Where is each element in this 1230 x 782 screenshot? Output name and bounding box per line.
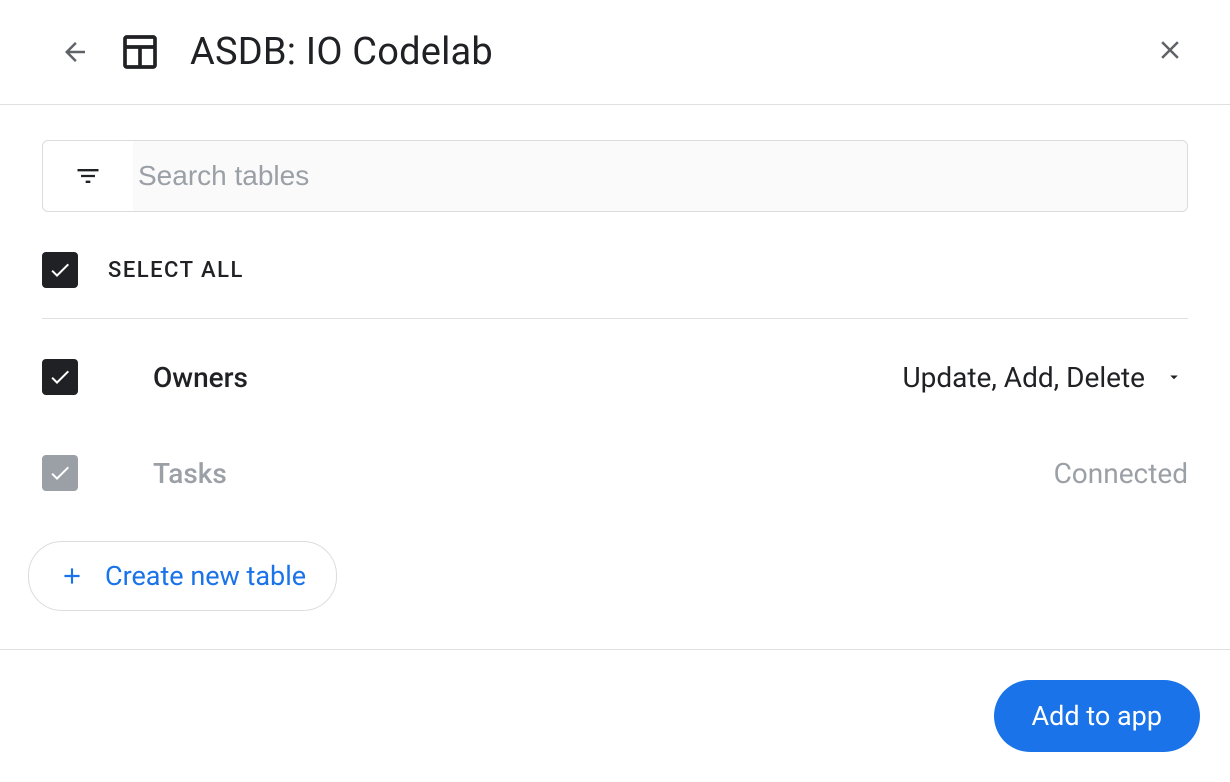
create-table-button[interactable]: Create new table bbox=[28, 541, 337, 611]
table-status-owners[interactable]: Update, Add, Delete bbox=[902, 361, 1188, 394]
select-all-row: SELECT ALL bbox=[42, 252, 1188, 319]
add-to-app-button[interactable]: Add to app bbox=[994, 680, 1200, 752]
select-all-checkbox[interactable] bbox=[42, 252, 78, 288]
table-status-tasks: Connected bbox=[1054, 457, 1188, 490]
table-row-tasks: Tasks Connected bbox=[42, 425, 1188, 521]
table-status-label: Update, Add, Delete bbox=[902, 361, 1145, 394]
table-name-tasks: Tasks bbox=[153, 457, 1054, 490]
plus-icon bbox=[59, 563, 85, 589]
close-icon[interactable] bbox=[1155, 35, 1185, 65]
create-table-label: Create new table bbox=[105, 560, 306, 592]
header: ASDB: IO Codelab bbox=[0, 0, 1230, 105]
filter-icon[interactable] bbox=[43, 141, 133, 211]
search-container bbox=[42, 140, 1188, 212]
dropdown-arrow-icon bbox=[1165, 368, 1183, 386]
table-row-owners: Owners Update, Add, Delete bbox=[42, 329, 1188, 425]
table-icon bbox=[120, 32, 160, 72]
page-title: ASDB: IO Codelab bbox=[190, 30, 493, 74]
table-name-owners: Owners bbox=[153, 361, 902, 394]
content-area: SELECT ALL Owners Update, Add, Delete Ta… bbox=[0, 105, 1230, 646]
table-checkbox-tasks bbox=[42, 455, 78, 491]
back-arrow-icon[interactable] bbox=[60, 37, 90, 67]
table-status-label: Connected bbox=[1054, 457, 1188, 490]
footer: Add to app bbox=[0, 649, 1230, 782]
table-checkbox-owners[interactable] bbox=[42, 359, 78, 395]
select-all-label: SELECT ALL bbox=[108, 258, 244, 283]
search-input[interactable] bbox=[133, 141, 1187, 211]
